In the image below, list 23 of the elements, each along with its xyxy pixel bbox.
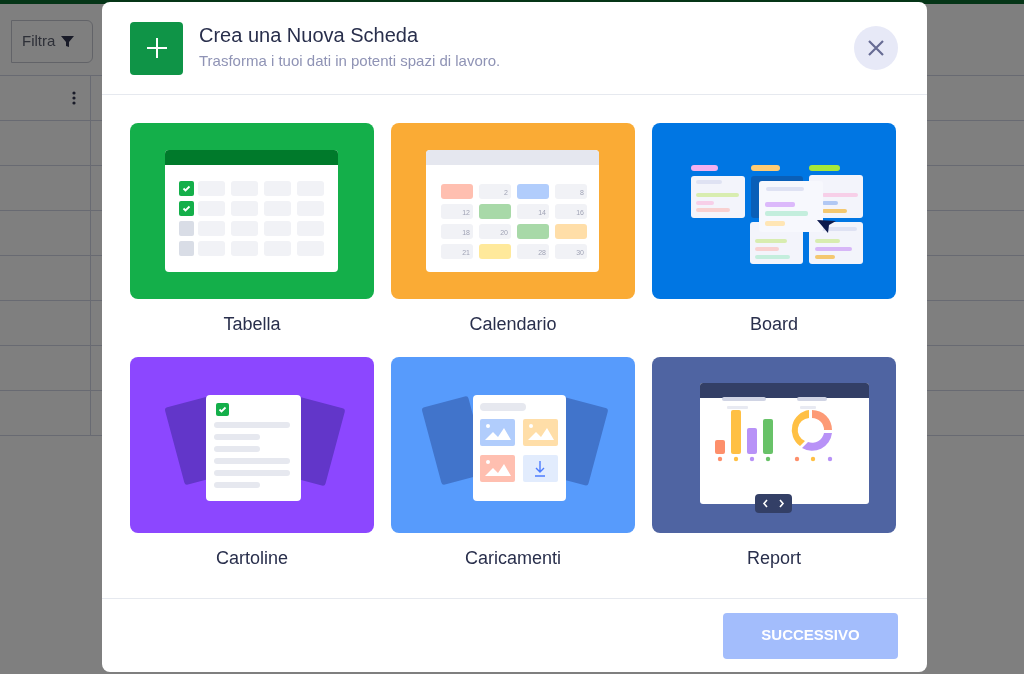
chart-bar [747,428,757,454]
board-type-tile[interactable] [130,123,374,299]
chart-bar [731,410,741,454]
board-type-tile[interactable] [130,357,374,533]
board-type-label[interactable]: Cartoline [130,547,374,569]
dialog-title: Crea una Nuova Scheda [199,23,420,48]
board-type-label[interactable]: Board [652,313,896,335]
plus-icon [130,21,183,75]
close-button[interactable] [854,26,898,70]
board-type-tile[interactable] [652,357,896,533]
board-type-label[interactable]: Calendario [391,313,635,335]
more-options-icon[interactable] [72,91,76,105]
chart-bar [715,440,725,454]
board-type-tile[interactable] [391,357,635,533]
board-type-label[interactable]: Caricamenti [391,547,635,569]
donut-slice [812,410,832,430]
chart-bar [763,419,773,454]
board-type-tile[interactable] [652,123,896,299]
filter-icon [61,35,75,48]
close-icon [867,39,885,57]
board-type-label[interactable]: Report [652,547,896,569]
board-type-label[interactable]: Tabella [130,313,374,335]
dialog-subtitle: Trasforma i tuoi dati in potenti spazi di lavoro. [199,51,501,72]
